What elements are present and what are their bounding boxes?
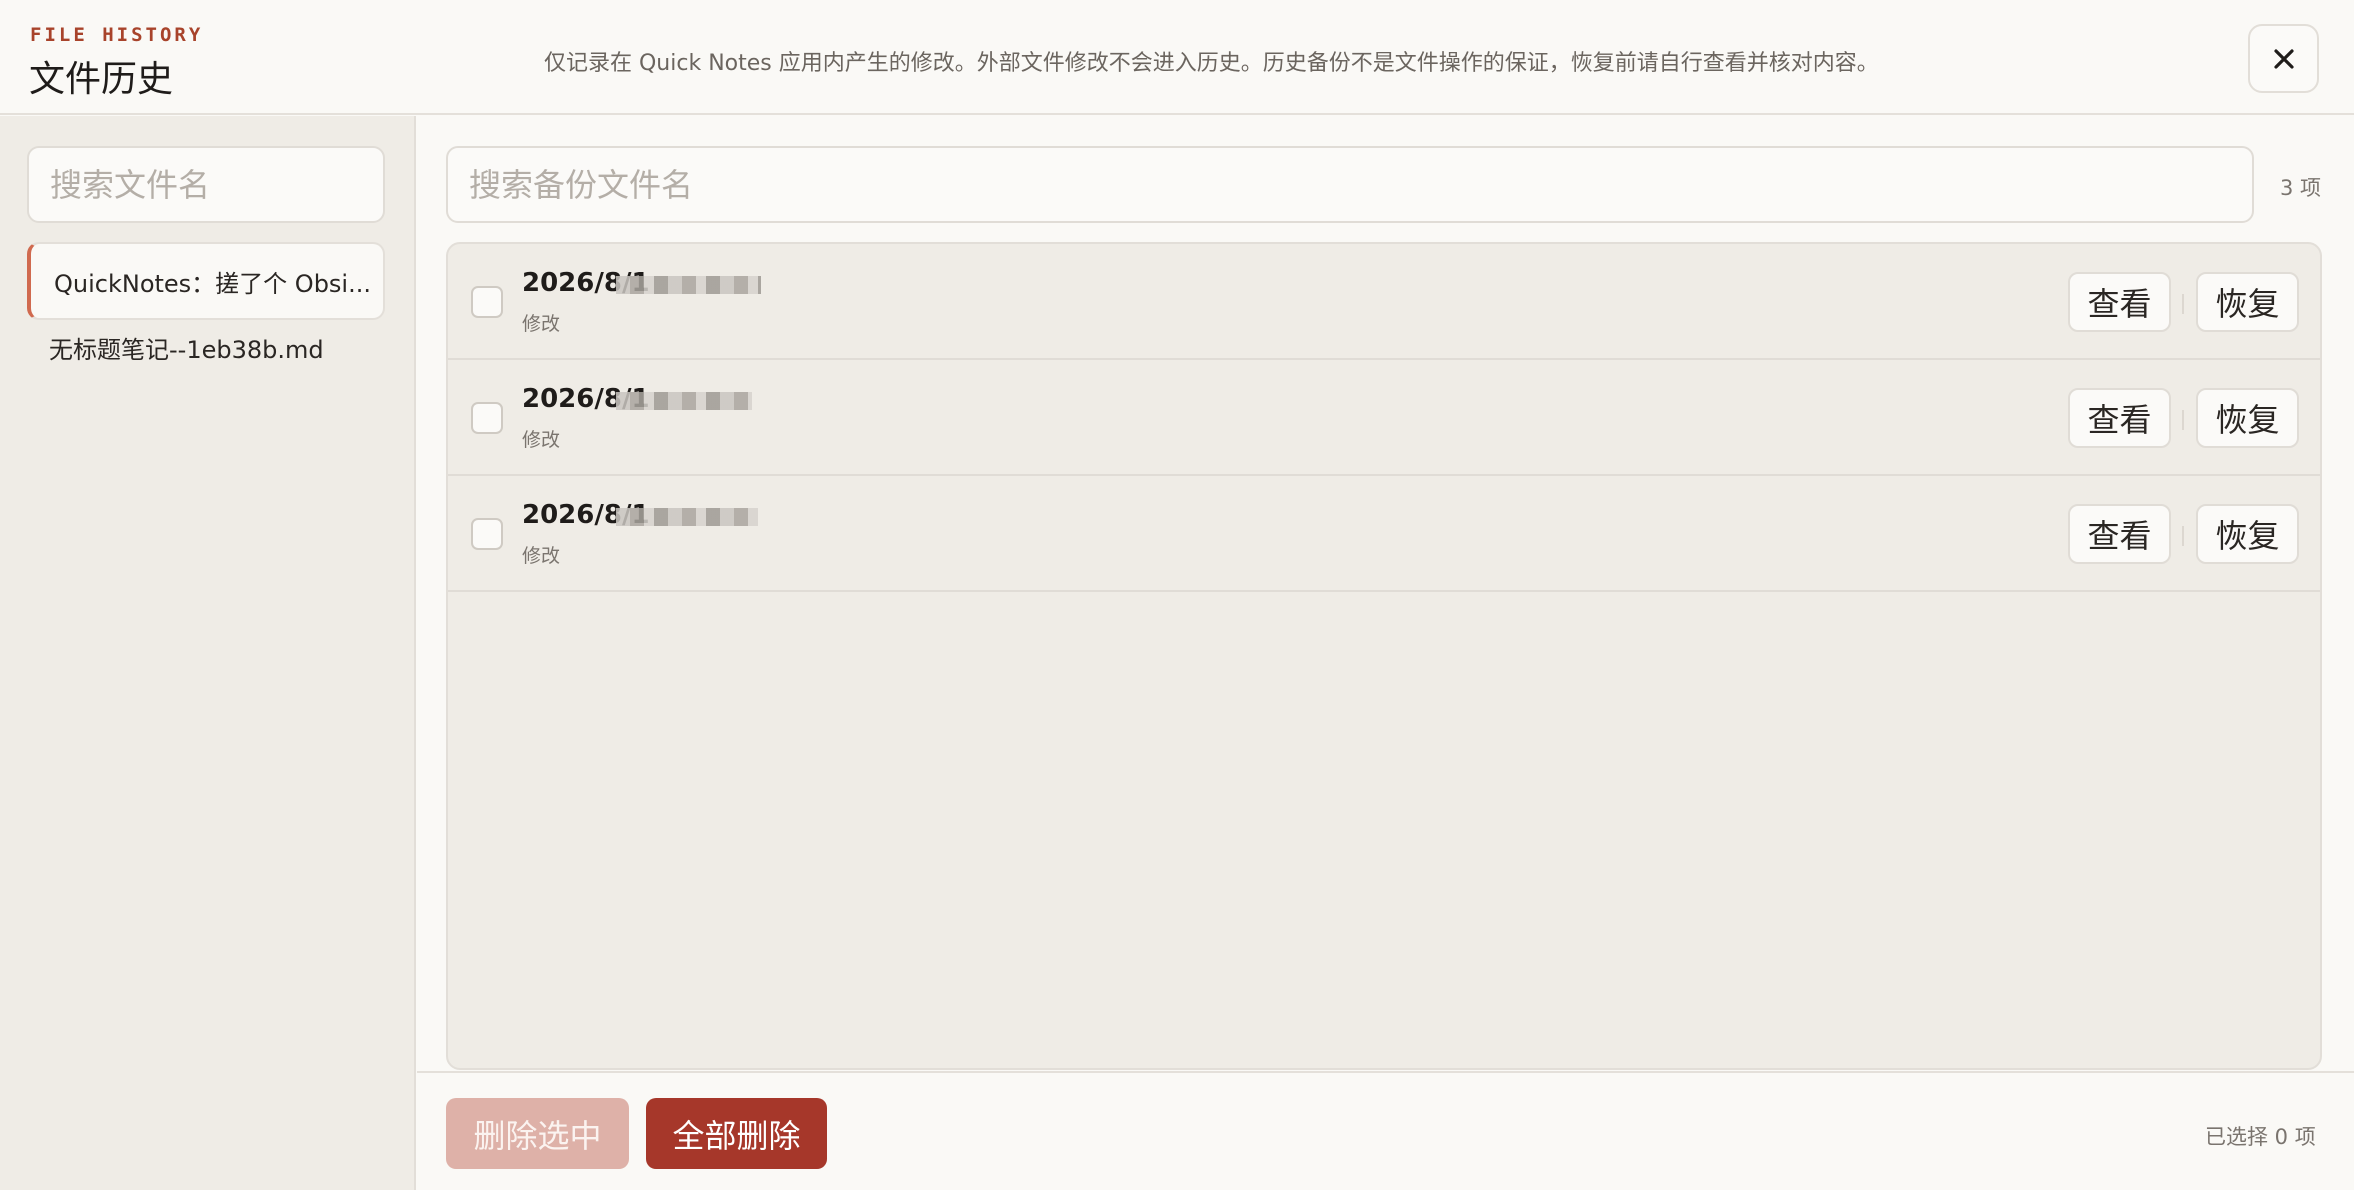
- restore-button[interactable]: 恢复: [2196, 388, 2299, 448]
- history-notice: 仅记录在 Quick Notes 应用内产生的修改。外部文件修改不会进入历史。历…: [544, 51, 1879, 76]
- backup-row: 2026/8/1 修改 查看 恢复: [448, 360, 2320, 476]
- dialog-footer: 删除选中 全部删除 已选择 0 项: [417, 1071, 2354, 1190]
- dialog-title: 文件历史: [29, 59, 174, 100]
- backup-row: 2026/8/1 修改 查看 恢复: [448, 244, 2320, 360]
- backup-kind: 修改: [522, 429, 561, 451]
- selected-count: 已选择 0 项: [2205, 1125, 2316, 1149]
- backup-search-input[interactable]: [446, 146, 2254, 223]
- close-button[interactable]: [2248, 24, 2319, 93]
- view-button[interactable]: 查看: [2068, 388, 2171, 448]
- header-eyebrow: FILE HISTORY: [30, 24, 204, 46]
- view-button[interactable]: 查看: [2068, 272, 2171, 332]
- backup-row: 2026/8/1 修改 查看 恢复: [448, 476, 2320, 592]
- delete-selected-button[interactable]: 删除选中: [446, 1098, 629, 1169]
- button-divider: [2182, 526, 2184, 546]
- row-checkbox[interactable]: [471, 286, 503, 318]
- view-button[interactable]: 查看: [2068, 504, 2171, 564]
- redacted-time: [616, 392, 752, 410]
- file-item-quicknotes[interactable]: QuickNotes：搓了个 Obsi...: [27, 242, 385, 320]
- file-sidebar: QuickNotes：搓了个 Obsi... 无标题笔记--1eb38b.md: [0, 116, 416, 1190]
- delete-all-button[interactable]: 全部删除: [646, 1098, 827, 1169]
- redacted-time: [616, 508, 758, 526]
- backup-kind: 修改: [522, 313, 561, 335]
- backup-kind: 修改: [522, 545, 561, 567]
- file-search-input[interactable]: [27, 146, 385, 223]
- file-item-label: 无标题笔记--1eb38b.md: [49, 335, 324, 364]
- file-item-label: QuickNotes：搓了个 Obsi...: [54, 269, 371, 298]
- restore-button[interactable]: 恢复: [2196, 272, 2299, 332]
- button-divider: [2182, 410, 2184, 430]
- backup-count: 3 项: [2280, 176, 2322, 200]
- redacted-time: [616, 276, 761, 294]
- backup-list: 2026/8/1 修改 查看 恢复 2026/8/1 修改 查看 恢复 2026…: [446, 242, 2322, 1070]
- restore-button[interactable]: 恢复: [2196, 504, 2299, 564]
- file-history-dialog: FILE HISTORY 文件历史 仅记录在 Quick Notes 应用内产生…: [0, 0, 2354, 1190]
- row-checkbox[interactable]: [471, 518, 503, 550]
- close-icon: [2273, 48, 2294, 69]
- file-item-untitled[interactable]: 无标题笔记--1eb38b.md: [27, 322, 385, 372]
- row-checkbox[interactable]: [471, 402, 503, 434]
- dialog-header: FILE HISTORY 文件历史 仅记录在 Quick Notes 应用内产生…: [0, 0, 2354, 115]
- button-divider: [2182, 294, 2184, 314]
